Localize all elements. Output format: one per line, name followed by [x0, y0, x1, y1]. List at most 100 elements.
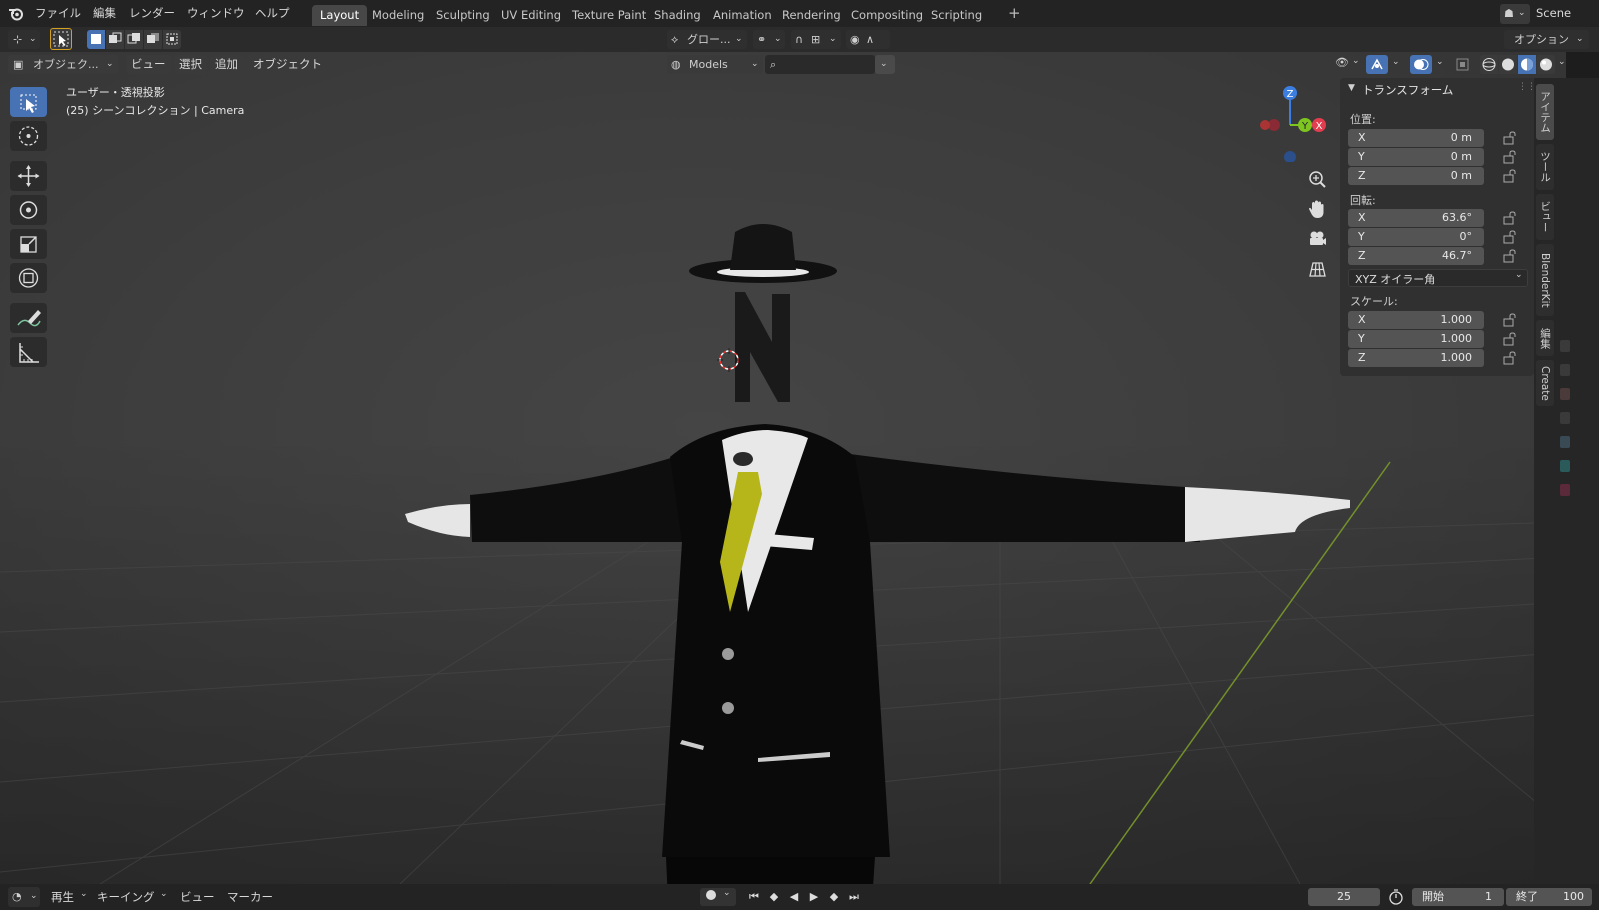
transform-orientation-dropdown[interactable]: ⟡ グロー... ⌄	[667, 30, 747, 49]
rotate-tool[interactable]	[10, 195, 47, 225]
jump-end-icon[interactable]: ⏭	[845, 887, 863, 907]
character-model[interactable]	[400, 212, 1360, 884]
current-frame-field[interactable]: 25	[1308, 888, 1380, 906]
snap-group[interactable]: ∩ ⊞ ⌄	[791, 30, 841, 49]
properties-tabs-strip[interactable]	[1560, 328, 1570, 748]
scale-x-field[interactable]: X 1.000	[1348, 311, 1484, 329]
menu-render[interactable]: レンダー	[129, 0, 175, 27]
play-reverse-icon[interactable]: ◀	[785, 887, 803, 907]
rotation-mode-dropdown[interactable]: XYZ オイラー角 ⌄	[1348, 269, 1528, 287]
menu-edit[interactable]: 編集	[93, 0, 116, 27]
material-shading-icon[interactable]	[1518, 55, 1536, 74]
select-box-tool[interactable]	[10, 87, 47, 117]
menu-select[interactable]: 選択	[174, 55, 207, 74]
next-keyframe-icon[interactable]: ◆	[825, 887, 843, 907]
collection-filter-dropdown[interactable]: ◍ Models ⌄	[667, 55, 763, 74]
tab-uv-editing[interactable]: UV Editing	[493, 5, 569, 26]
tab-layout[interactable]: Layout	[312, 5, 368, 26]
tab-shading[interactable]: Shading	[646, 5, 709, 26]
location-z-field[interactable]: Z 0 m	[1348, 167, 1484, 185]
tab-compositing[interactable]: Compositing	[843, 5, 931, 26]
lock-icon[interactable]	[1502, 230, 1518, 244]
rotation-z-field[interactable]: Z 46.7°	[1348, 247, 1484, 265]
move-tool[interactable]	[10, 161, 47, 191]
rotation-y-field[interactable]: Y 0°	[1348, 228, 1484, 246]
zoom-icon[interactable]	[1306, 168, 1328, 190]
lock-icon[interactable]	[1502, 150, 1518, 164]
add-workspace-icon[interactable]: +	[1008, 6, 1021, 21]
lock-icon[interactable]	[1502, 211, 1518, 225]
3d-viewport[interactable]: ユーザー・透視投影 (25) シーンコレクション | Camera Z X Y	[0, 52, 1566, 884]
scene-selector-button[interactable]: ☗ ⌄	[1500, 4, 1530, 24]
options-dropdown[interactable]: オプション ⌄	[1504, 30, 1589, 49]
frame-start-field[interactable]: 開始 1	[1412, 888, 1504, 906]
ortho-grid-icon[interactable]	[1306, 258, 1328, 280]
annotate-tool[interactable]	[10, 303, 47, 333]
menu-playback[interactable]: 再生	[51, 887, 74, 907]
blender-logo-icon[interactable]	[8, 6, 24, 21]
menu-file[interactable]: ファイル	[35, 0, 81, 27]
menu-view[interactable]: ビュー	[126, 55, 171, 74]
location-y-field[interactable]: Y 0 m	[1348, 148, 1484, 166]
select-new-icon[interactable]	[87, 30, 105, 49]
sidebar-tab-item[interactable]: アイテム	[1536, 84, 1554, 140]
tab-modeling[interactable]: Modeling	[364, 5, 432, 26]
tab-texture-paint[interactable]: Texture Paint	[564, 5, 654, 26]
proportional-editing-group[interactable]: ◉ ∧	[846, 30, 890, 49]
lock-icon[interactable]	[1502, 351, 1518, 365]
xray-toggle-icon[interactable]	[1455, 56, 1471, 73]
menu-object[interactable]: オブジェクト	[248, 55, 327, 74]
scale-tool[interactable]	[10, 229, 47, 259]
scale-y-field[interactable]: Y 1.000	[1348, 330, 1484, 348]
menu-timeline-view[interactable]: ビュー	[180, 887, 215, 907]
pan-hand-icon[interactable]	[1306, 198, 1328, 220]
jump-start-icon[interactable]: ⏮	[745, 887, 763, 907]
scale-z-field[interactable]: Z 1.000	[1348, 349, 1484, 367]
filter-options-button[interactable]: ⌄	[875, 55, 895, 74]
search-input[interactable]	[785, 56, 865, 73]
lock-icon[interactable]	[1502, 332, 1518, 346]
sidebar-tab-tool[interactable]: ツール	[1536, 144, 1554, 190]
sidebar-tab-edit[interactable]: 編集	[1536, 320, 1554, 356]
gizmo-toggle-icon[interactable]	[1366, 55, 1388, 74]
select-intersect-icon[interactable]	[163, 30, 181, 49]
chevron-down-icon[interactable]: ⌄	[1558, 57, 1566, 67]
sidebar-tab-blenderkit[interactable]: BlenderKit	[1536, 244, 1554, 316]
navigation-gizmo[interactable]: Z X Y	[1252, 82, 1332, 162]
transform-tool[interactable]	[10, 263, 47, 293]
tab-sculpting[interactable]: Sculpting	[428, 5, 498, 26]
rendered-shading-icon[interactable]	[1537, 55, 1555, 74]
measure-tool[interactable]	[10, 337, 47, 367]
search-field[interactable]: ⌕	[765, 55, 875, 74]
tab-scripting[interactable]: Scripting	[923, 5, 990, 26]
chevron-down-icon[interactable]: ⌄	[1436, 57, 1444, 67]
transform-panel-header[interactable]: ▼ トランスフォーム	[1348, 82, 1528, 98]
rotation-x-field[interactable]: X 63.6°	[1348, 209, 1484, 227]
lock-icon[interactable]	[1502, 313, 1518, 327]
sidebar-tab-view[interactable]: ビュー	[1536, 194, 1554, 240]
menu-add[interactable]: 追加	[210, 55, 243, 74]
select-invert-icon[interactable]	[144, 30, 162, 49]
frame-end-field[interactable]: 終了 100	[1506, 888, 1592, 906]
autokey-toggle[interactable]: ⌄	[700, 888, 736, 906]
solid-shading-icon[interactable]	[1499, 55, 1517, 74]
mode-dropdown[interactable]: ▣ オブジェク... ⌄	[8, 55, 118, 74]
wireframe-shading-icon[interactable]	[1480, 55, 1498, 74]
timeline-editor-type-button[interactable]: ◔ ⌄	[8, 887, 40, 907]
cursor-tool[interactable]	[10, 121, 47, 151]
camera-view-icon[interactable]	[1306, 228, 1328, 250]
play-icon[interactable]: ▶	[805, 887, 823, 907]
editor-type-button[interactable]: ⊹ ⌄	[8, 30, 40, 49]
prev-keyframe-icon[interactable]: ◆	[765, 887, 783, 907]
select-subtract-icon[interactable]	[125, 30, 143, 49]
select-extend-icon[interactable]	[106, 30, 124, 49]
scene-name[interactable]: Scene	[1536, 0, 1571, 27]
chevron-down-icon[interactable]: ⌄	[1392, 57, 1400, 67]
menu-keying[interactable]: キーイング	[97, 887, 155, 907]
menu-marker[interactable]: マーカー	[227, 887, 273, 907]
tab-rendering[interactable]: Rendering	[774, 5, 849, 26]
lock-icon[interactable]	[1502, 169, 1518, 183]
tab-animation[interactable]: Animation	[705, 5, 780, 26]
stopwatch-icon[interactable]	[1386, 888, 1406, 906]
sidebar-tab-create[interactable]: Create	[1536, 360, 1554, 406]
